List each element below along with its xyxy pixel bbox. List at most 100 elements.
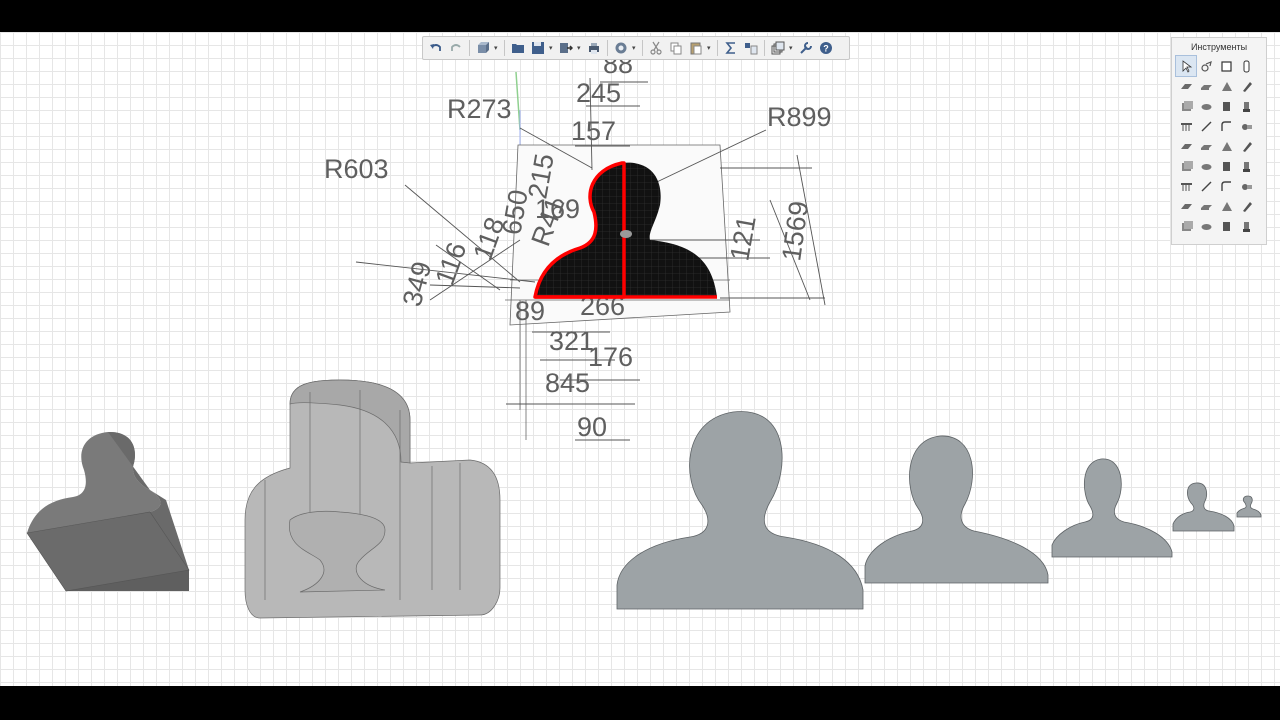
document-tool[interactable] (1216, 216, 1236, 236)
copy-button[interactable] (667, 39, 685, 57)
save-part-tool[interactable] (1176, 196, 1196, 216)
redo-button[interactable] (447, 39, 465, 57)
dimension-245[interactable]: 245 (576, 78, 621, 108)
solid-bust-light[interactable] (244, 379, 501, 619)
cone-tool[interactable] (1236, 156, 1256, 176)
flat-bust-2[interactable] (864, 435, 1049, 584)
eraser-tool[interactable] (1216, 76, 1236, 96)
box-tool[interactable] (1176, 156, 1196, 176)
tools-grid (1175, 55, 1266, 236)
loft-tool[interactable] (1236, 96, 1256, 116)
dimension-845[interactable]: 845 (545, 368, 590, 398)
dimension-r273[interactable]: R273 (447, 94, 512, 124)
gear-part-tool[interactable] (1196, 196, 1216, 216)
undo-button[interactable] (427, 39, 445, 57)
pen-tool[interactable] (1196, 216, 1216, 236)
chevron-down-icon[interactable]: ▾ (577, 44, 583, 52)
plate-icon (1200, 84, 1212, 90)
chevron-down-icon[interactable]: ▾ (707, 44, 713, 52)
dimension-1569[interactable]: 1569 (776, 199, 814, 263)
dimension-121[interactable]: 121 (724, 213, 761, 263)
revolve-tool[interactable] (1196, 96, 1216, 116)
select-tool[interactable] (1175, 55, 1197, 77)
dimension-r603[interactable]: R603 (324, 154, 389, 184)
split-tool[interactable] (1216, 176, 1236, 196)
boolean-tool[interactable] (1176, 136, 1196, 156)
view-cube-button[interactable] (474, 39, 492, 57)
loft-icon (1242, 101, 1250, 112)
dimension-r899[interactable]: R899 (767, 102, 832, 132)
clock-tool[interactable] (1176, 216, 1196, 236)
formula-button[interactable] (722, 39, 740, 57)
wrench-icon (800, 42, 812, 54)
paste-button[interactable] (687, 39, 705, 57)
sketch-tool[interactable] (1236, 136, 1256, 156)
shell-tool[interactable] (1196, 136, 1216, 156)
text-tool[interactable] (1236, 216, 1256, 236)
cut-button[interactable] (647, 39, 665, 57)
chamfer-tool[interactable] (1236, 116, 1256, 136)
plane-tool[interactable] (1176, 76, 1196, 96)
measure-tool[interactable] (1196, 176, 1216, 196)
copy-part-tool[interactable] (1216, 196, 1236, 216)
print-button[interactable] (585, 39, 603, 57)
assembly-tool[interactable] (1176, 176, 1196, 196)
array-tool[interactable] (1176, 116, 1196, 136)
chevron-down-icon[interactable]: ▾ (549, 44, 555, 52)
scene-canvas[interactable]: 88 245 R273 R899 157 R603 169 89 266 321… (0, 32, 1280, 686)
line-tool[interactable] (1196, 116, 1216, 136)
chevron-down-icon[interactable]: ▾ (632, 44, 638, 52)
settings-button[interactable] (797, 39, 815, 57)
mirror-icon (1221, 141, 1232, 151)
sketch-icon (1242, 141, 1252, 152)
sphere-tool[interactable] (1196, 156, 1216, 176)
offset-tool[interactable] (1236, 176, 1256, 196)
extrude-icon (1181, 100, 1193, 111)
chevron-down-icon[interactable]: ▾ (494, 44, 500, 52)
3d-viewport[interactable]: 88 245 R273 R899 157 R603 169 89 266 321… (0, 32, 1280, 686)
flat-bust-4[interactable] (1172, 482, 1235, 532)
parameters-button[interactable] (742, 39, 760, 57)
help-label: ? (823, 44, 829, 54)
torus-tool[interactable] (1216, 156, 1236, 176)
extrude-tool[interactable] (1176, 96, 1196, 116)
rotate-tool[interactable] (1196, 56, 1216, 76)
shell-icon (1200, 144, 1212, 150)
cube-icon (478, 42, 489, 53)
dimension-157[interactable]: 157 (571, 116, 616, 146)
save-button[interactable] (529, 39, 547, 57)
chevron-down-icon[interactable]: ▾ (789, 44, 795, 52)
pen-icon (1201, 223, 1211, 230)
help-button[interactable]: ? (817, 39, 835, 57)
scissors-icon (650, 41, 662, 55)
flat-bust-3[interactable] (1051, 458, 1173, 558)
save-icon (532, 42, 544, 54)
dimension-176[interactable]: 176 (588, 342, 633, 372)
copy-part-icon (1221, 201, 1232, 211)
rectangle-icon (1220, 60, 1232, 72)
flat-bust-1[interactable] (616, 411, 864, 610)
open-button[interactable] (509, 39, 527, 57)
line-icon (1201, 121, 1211, 131)
flat-bust-5[interactable] (1236, 495, 1262, 518)
cylinder-tool[interactable] (1236, 56, 1256, 76)
plate-tool[interactable] (1196, 76, 1216, 96)
layers-icon (771, 41, 785, 55)
parameters-icon (745, 43, 758, 55)
cylinder-icon (1243, 60, 1249, 72)
sweep-tool[interactable] (1216, 96, 1236, 116)
move-part-tool[interactable] (1236, 196, 1256, 216)
layers-button[interactable] (769, 39, 787, 57)
dimension-349[interactable]: 349 (397, 258, 438, 309)
solid-bust-dark[interactable] (26, 431, 190, 592)
render-settings-button[interactable] (612, 39, 630, 57)
dimension-89[interactable]: 89 (515, 296, 545, 326)
rectangle-tool[interactable] (1216, 56, 1236, 76)
export-button[interactable] (557, 39, 575, 57)
dimension-90[interactable]: 90 (577, 412, 607, 442)
dimension-116[interactable]: 116 (429, 238, 472, 289)
fillet-tool[interactable] (1216, 116, 1236, 136)
mirror-tool[interactable] (1216, 136, 1236, 156)
copy-icon (670, 42, 682, 55)
pencil-tool[interactable] (1236, 76, 1256, 96)
